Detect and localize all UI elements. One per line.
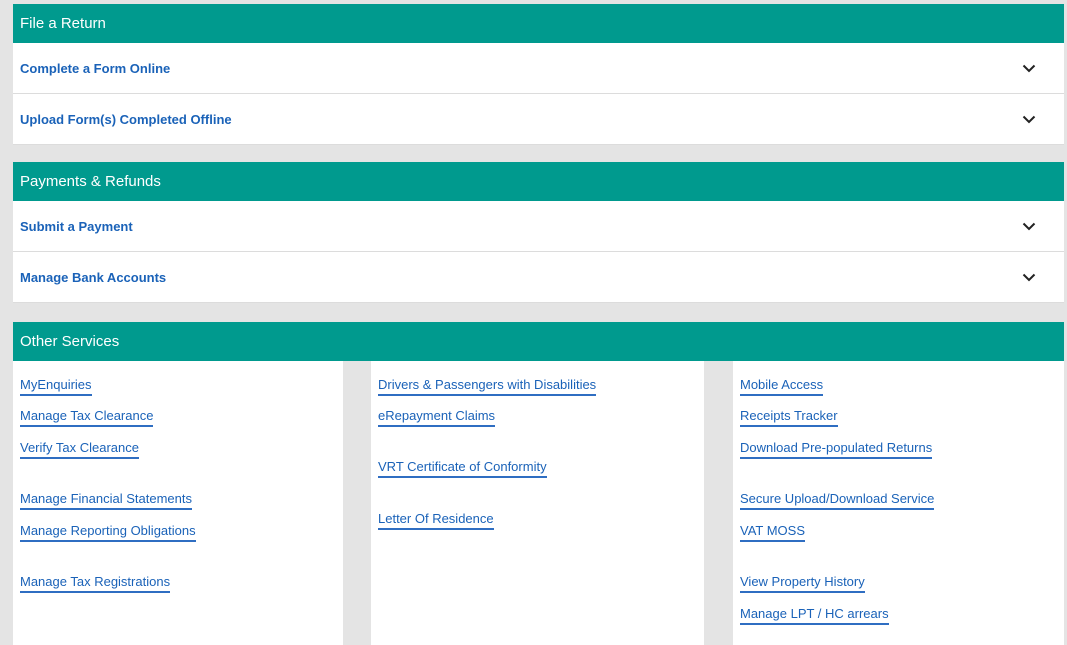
services-column-2: Drivers & Passengers with Disabilities e…: [371, 361, 704, 645]
accordion-label: Upload Form(s) Completed Offline: [20, 111, 232, 127]
accordion-upload-forms-offline[interactable]: Upload Form(s) Completed Offline: [13, 94, 1064, 145]
services-column-3: Mobile Access Receipts Tracker Download …: [733, 361, 1064, 645]
file-return-header: File a Return: [13, 4, 1064, 43]
accordion-label: Complete a Form Online: [20, 60, 171, 76]
accordion-label: Submit a Payment: [20, 218, 133, 234]
link-view-property-history[interactable]: View Property History: [740, 574, 865, 593]
accordion-submit-payment[interactable]: Submit a Payment: [13, 201, 1064, 252]
chevron-down-icon: [1020, 268, 1038, 286]
file-return-panel: File a Return Complete a Form Online Upl…: [13, 4, 1064, 145]
chevron-down-icon: [1020, 59, 1038, 77]
link-manage-financial-statements[interactable]: Manage Financial Statements: [20, 491, 192, 510]
other-services-header: Other Services: [13, 322, 1064, 361]
link-manage-tax-clearance[interactable]: Manage Tax Clearance: [20, 408, 154, 427]
services-column-1: MyEnquiries Manage Tax Clearance Verify …: [13, 361, 343, 645]
link-vrt-certificate-conformity[interactable]: VRT Certificate of Conformity: [378, 459, 547, 478]
other-services-links: MyEnquiries Manage Tax Clearance Verify …: [13, 361, 1064, 645]
payments-header: Payments & Refunds: [13, 162, 1064, 201]
link-letter-of-residence[interactable]: Letter Of Residence: [378, 511, 494, 530]
link-verify-tax-clearance[interactable]: Verify Tax Clearance: [20, 440, 139, 459]
accordion-complete-form-online[interactable]: Complete a Form Online: [13, 43, 1064, 94]
accordion-manage-bank-accounts[interactable]: Manage Bank Accounts: [13, 252, 1064, 303]
link-manage-tax-registrations[interactable]: Manage Tax Registrations: [20, 574, 171, 593]
accordion-label: Manage Bank Accounts: [20, 269, 167, 285]
link-secure-upload-download[interactable]: Secure Upload/Download Service: [740, 491, 935, 510]
link-manage-reporting-obligations[interactable]: Manage Reporting Obligations: [20, 523, 196, 542]
link-drivers-passengers-disabilities[interactable]: Drivers & Passengers with Disabilities: [378, 377, 597, 396]
chevron-down-icon: [1020, 110, 1038, 128]
page: File a Return Complete a Form Online Upl…: [0, 0, 1067, 645]
link-download-prepopulated-returns[interactable]: Download Pre-populated Returns: [740, 440, 933, 459]
link-receipts-tracker[interactable]: Receipts Tracker: [740, 408, 838, 427]
link-myenquiries[interactable]: MyEnquiries: [20, 377, 92, 396]
link-mobile-access[interactable]: Mobile Access: [740, 377, 824, 396]
payments-panel: Payments & Refunds Submit a Payment Mana…: [13, 162, 1064, 303]
link-erepayment-claims[interactable]: eRepayment Claims: [378, 408, 496, 427]
other-services-panel: Other Services: [13, 322, 1064, 361]
link-manage-lpt-hc-arrears[interactable]: Manage LPT / HC arrears: [740, 606, 889, 625]
chevron-down-icon: [1020, 217, 1038, 235]
link-vat-moss[interactable]: VAT MOSS: [740, 523, 806, 542]
